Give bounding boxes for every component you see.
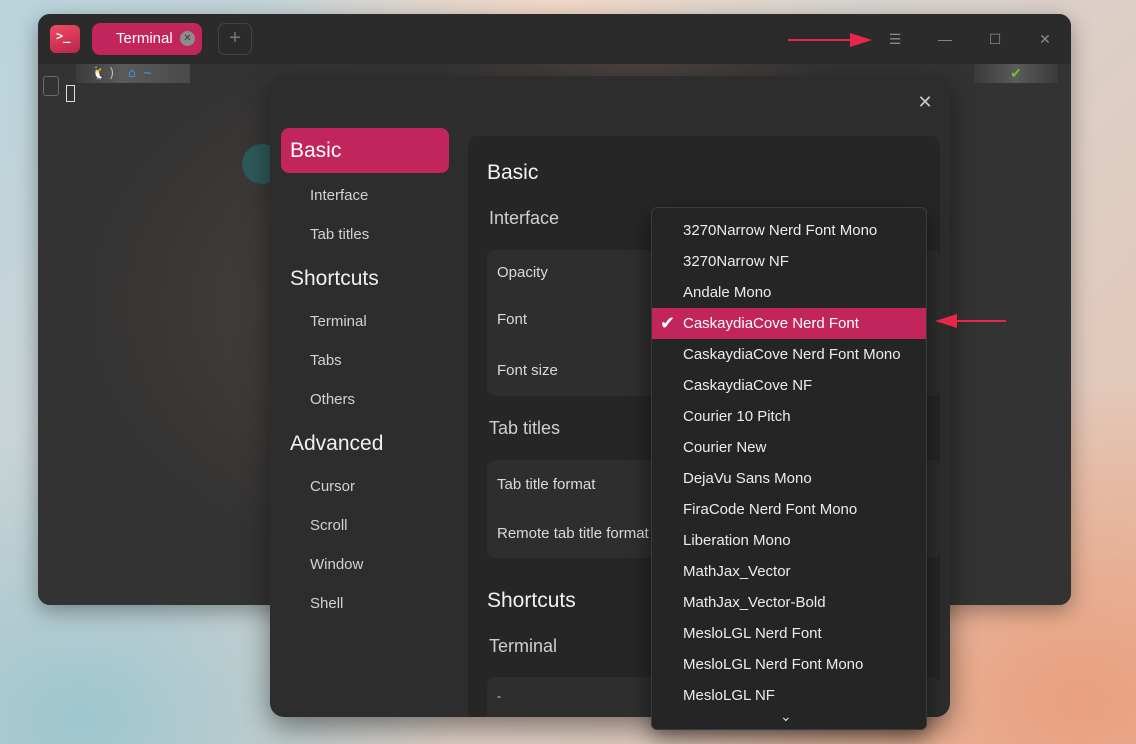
font-option[interactable]: FiraCode Nerd Font Mono (652, 494, 926, 525)
new-tab-button[interactable]: + (218, 23, 252, 55)
nav-cursor[interactable]: Cursor (310, 478, 355, 495)
nav-others[interactable]: Others (310, 391, 355, 408)
annotation-arrow-menu-head (850, 33, 872, 47)
nav-tab-titles[interactable]: Tab titles (310, 226, 369, 243)
font-option[interactable]: MathJax_Vector-Bold (652, 587, 926, 618)
minimize-button[interactable]: — (935, 29, 955, 49)
annotation-arrow-font-shaft (955, 320, 1006, 322)
close-icon: ✕ (1039, 31, 1051, 47)
minimize-icon: — (938, 31, 952, 47)
font-option[interactable]: Courier New (652, 432, 926, 463)
maximize-icon: ☐ (988, 31, 1002, 47)
nav-advanced[interactable]: Advanced (281, 421, 449, 466)
prompt-directory: ⌂ ~ (128, 66, 152, 81)
nav-basic[interactable]: Basic (281, 128, 449, 173)
section-shortcuts-heading: Shortcuts (487, 589, 576, 612)
terminal-app-icon: >_ (50, 25, 80, 53)
remote-tab-title-format-label: Remote tab title format (497, 525, 649, 542)
nav-shell[interactable]: Shell (310, 595, 343, 612)
terminal-checkbox[interactable] (43, 76, 59, 96)
selected-font-label: CaskaydiaCove Nerd Font (683, 315, 859, 332)
annotation-arrow-menu-shaft (788, 39, 852, 41)
tab-terminal[interactable]: Terminal ✕ (92, 23, 202, 55)
tab-label: Terminal (116, 30, 173, 47)
annotation-arrow-font-head (935, 314, 957, 328)
tab-close-icon[interactable]: ✕ (180, 31, 195, 46)
section-interface-heading: Interface (489, 208, 560, 228)
nav-tabs[interactable]: Tabs (310, 352, 342, 369)
font-option-selected[interactable]: ✔ CaskaydiaCove Nerd Font (652, 308, 926, 339)
plus-icon: + (229, 27, 241, 49)
hamburger-menu-icon: ☰ (888, 31, 902, 47)
font-option[interactable]: Andale Mono (652, 277, 926, 308)
font-option[interactable]: MesloLGL NF (652, 680, 926, 711)
font-option[interactable]: MathJax_Vector (652, 556, 926, 587)
font-option[interactable]: CaskaydiaCove NF (652, 370, 926, 401)
chevron-down-icon[interactable]: ⌄ (780, 708, 792, 725)
dialog-close-button[interactable]: ✕ (916, 92, 934, 112)
font-option[interactable]: MesloLGL Nerd Font Mono (652, 649, 926, 680)
opacity-label: Opacity (497, 264, 548, 281)
font-size-label: Font size (497, 362, 558, 379)
font-option[interactable]: Courier 10 Pitch (652, 401, 926, 432)
nav-shortcuts[interactable]: Shortcuts (281, 256, 449, 301)
status-check-icon: ✔ (974, 64, 1058, 83)
nav-interface[interactable]: Interface (310, 187, 368, 204)
font-option[interactable]: 3270Narrow Nerd Font Mono (652, 215, 926, 246)
font-label: Font (497, 311, 528, 328)
font-option[interactable]: DejaVu Sans Mono (652, 463, 926, 494)
section-basic-heading: Basic (487, 161, 539, 184)
prompt-separator: ) (108, 66, 116, 81)
section-terminal-heading: Terminal (489, 636, 558, 656)
nav-window[interactable]: Window (310, 556, 363, 573)
terminal-cursor (66, 85, 75, 102)
font-option[interactable]: MesloLGL Nerd Font (652, 618, 926, 649)
font-dropdown-list[interactable]: 3270Narrow Nerd Font Mono 3270Narrow NF … (651, 207, 927, 730)
font-option[interactable]: CaskaydiaCove Nerd Font Mono (652, 339, 926, 370)
shell-prompt: 🐧 ) ⌂ ~ (76, 64, 190, 83)
checkmark-icon: ✔ (660, 313, 676, 333)
maximize-button[interactable]: ☐ (985, 29, 1005, 49)
hamburger-menu-button[interactable]: ☰ (885, 29, 905, 49)
nav-scroll[interactable]: Scroll (310, 517, 348, 534)
nav-terminal[interactable]: Terminal (310, 313, 367, 330)
cut-off-row-label: - (497, 689, 501, 703)
tab-title-format-label: Tab title format (497, 476, 596, 493)
section-tab-titles-heading: Tab titles (489, 418, 561, 438)
font-option[interactable]: 3270Narrow NF (652, 246, 926, 277)
linux-tux-icon: 🐧 (91, 66, 108, 81)
window-close-button[interactable]: ✕ (1035, 29, 1055, 49)
titlebar: >_ Terminal ✕ + ☰ — ☐ ✕ (38, 14, 1071, 64)
font-option[interactable]: Liberation Mono (652, 525, 926, 556)
